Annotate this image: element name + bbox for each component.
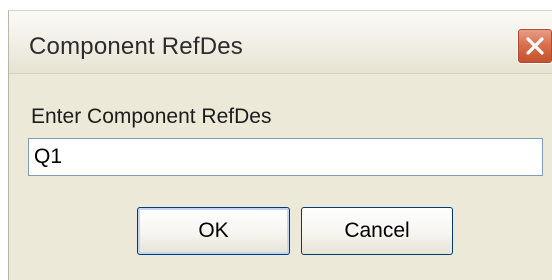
title-bar[interactable]: Component RefDes — [9, 11, 552, 74]
window-title: Component RefDes — [29, 33, 243, 60]
ok-button[interactable]: OK — [137, 207, 290, 255]
refdes-input[interactable] — [28, 138, 543, 176]
close-icon — [526, 37, 544, 55]
component-refdes-dialog: Component RefDes Enter Component RefDes … — [8, 10, 552, 280]
close-button[interactable] — [517, 28, 552, 64]
refdes-prompt-label: Enter Component RefDes — [31, 105, 272, 128]
cancel-button[interactable]: Cancel — [301, 207, 453, 255]
